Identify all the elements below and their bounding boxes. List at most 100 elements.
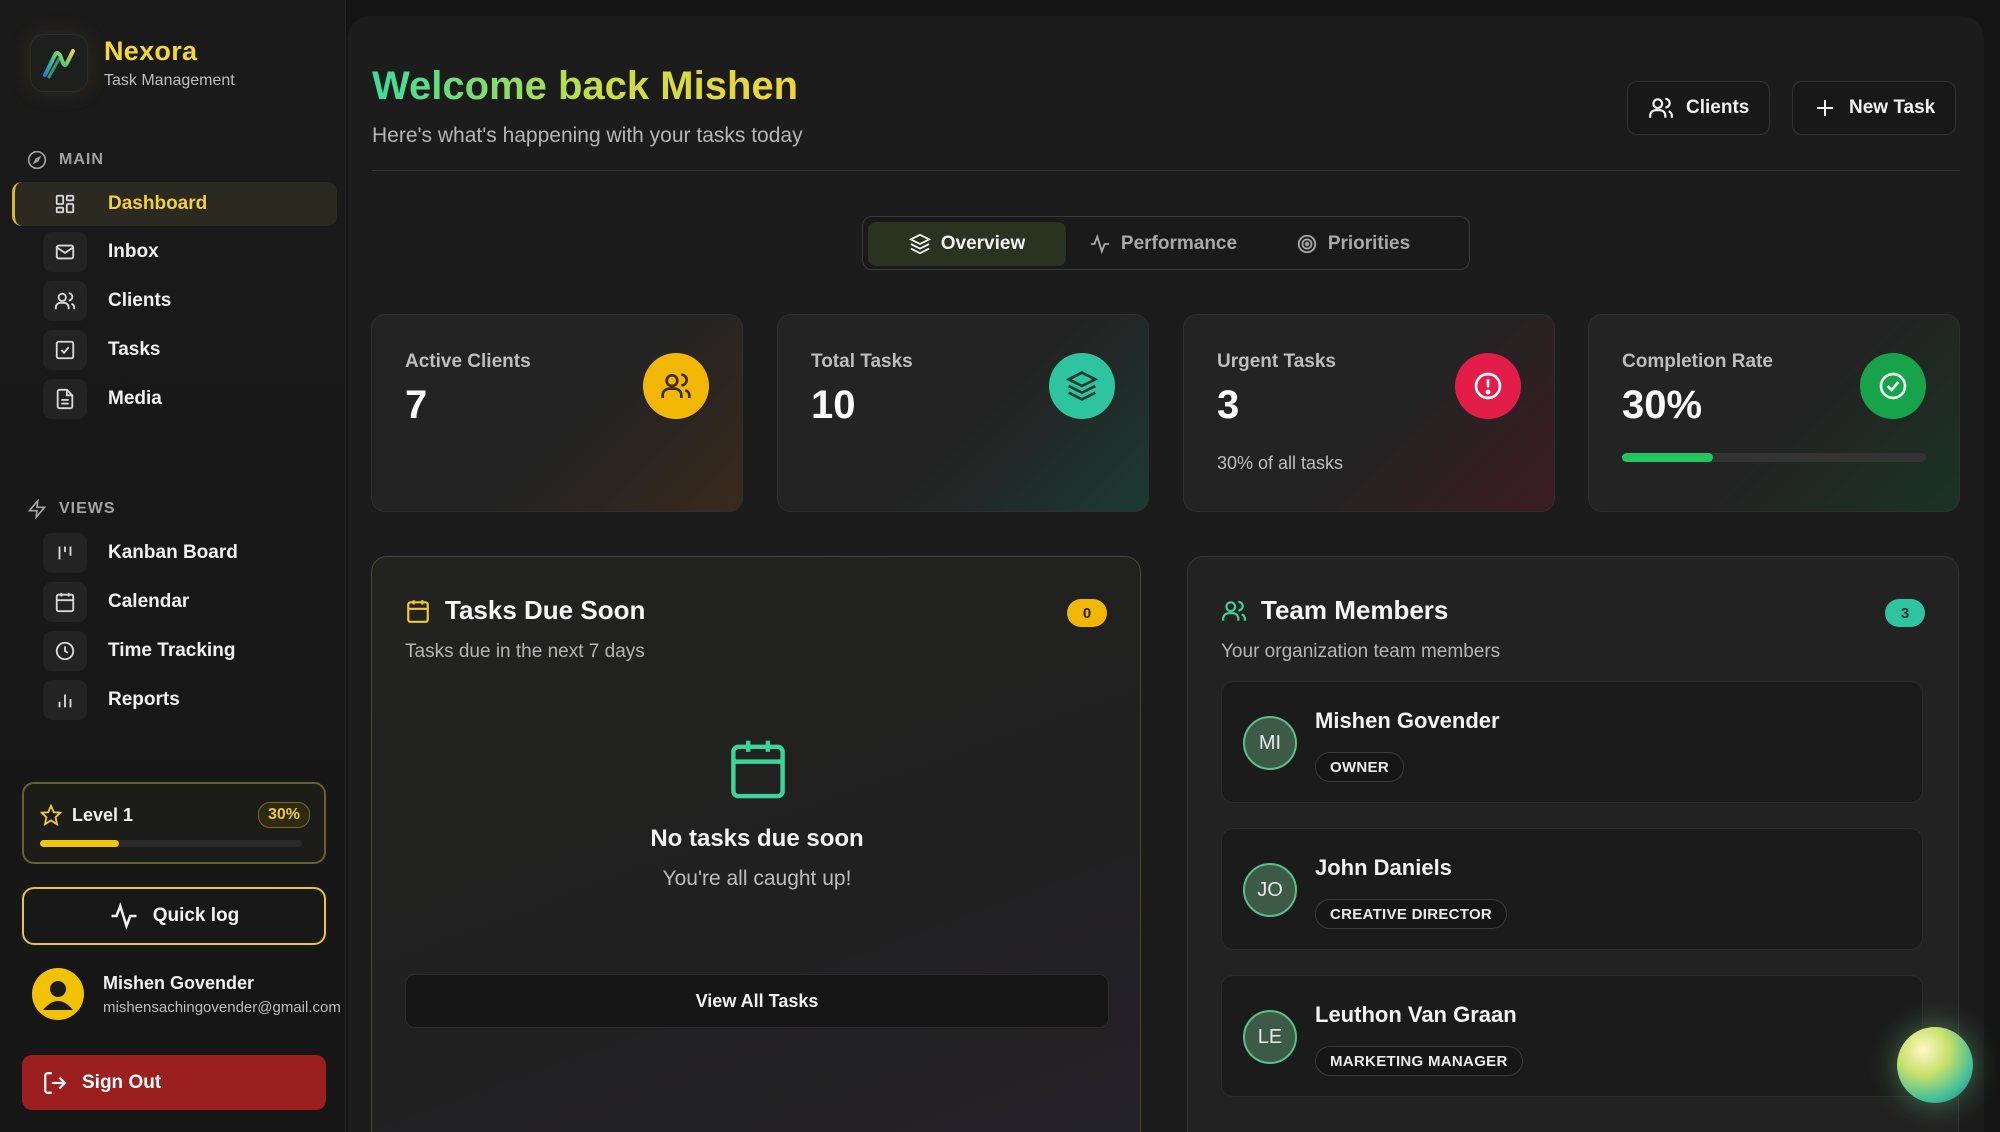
users-icon [43,281,87,321]
check-circle-icon [1860,353,1926,419]
app-window: Nexora Task Management MAIN Dashboard In… [0,0,2000,1132]
compass-icon [27,150,47,170]
tab-label: Performance [1120,233,1238,254]
star-icon [40,804,62,826]
stat-value: 3 [1217,383,1240,427]
stat-note: 30% of all tasks [1217,453,1344,473]
panel-subtitle: Your organization team members [1221,641,1501,662]
stat-label: Completion Rate [1622,351,1773,372]
tab-performance[interactable]: Performance [1073,222,1253,266]
stat-value: 10 [811,383,856,427]
grid-icon [43,184,87,224]
member-name: Leuthon Van Graan [1315,1002,1517,1027]
member-name: John Daniels [1315,855,1452,880]
level-progress-bar [40,840,302,847]
sidebar-item-label: Time Tracking [108,640,236,661]
clock-icon [43,631,87,671]
avatar [32,968,84,1020]
layers-icon [908,233,931,255]
sidebar-item-label: Kanban Board [108,542,238,563]
sidebar-item-media[interactable]: Media [12,377,337,421]
new-task-button[interactable]: New Task [1792,81,1957,135]
bar-chart-icon [43,680,87,720]
sidebar: Nexora Task Management MAIN Dashboard In… [0,0,346,1132]
level-percent-badge: 30% [257,802,310,828]
sidebar-item-label: Clients [108,290,172,311]
view-all-tasks-button[interactable]: View All Tasks [405,974,1109,1028]
sidebar-item-label: Inbox [108,241,159,262]
plus-icon [1817,100,1833,116]
checkbox-icon [43,330,87,370]
clients-button[interactable]: Clients [1627,81,1771,135]
calendar-icon [43,582,87,622]
count-badge: 0 [1067,599,1107,627]
team-members-panel: Team Members Your organization team memb… [1187,556,1959,1132]
count-badge: 3 [1885,599,1925,627]
empty-state-title: No tasks due soon [650,825,864,852]
kanban-icon [43,533,87,573]
stat-card-completion-rate[interactable]: Completion Rate 30% [1588,314,1960,512]
team-member-card[interactable]: JO John Daniels CREATIVE DIRECTOR [1221,828,1923,950]
tab-overview[interactable]: Overview [868,222,1066,266]
sidebar-item-label: Reports [108,689,180,710]
stat-card-active-clients[interactable]: Active Clients 7 [371,314,743,512]
sidebar-item-dashboard[interactable]: Dashboard [12,182,337,226]
users-icon [643,353,709,419]
team-member-card[interactable]: MI Mishen Govender OWNER [1221,681,1923,803]
avatar: JO [1243,863,1297,917]
sign-out-button[interactable]: Sign Out [22,1055,326,1110]
page-subtitle: Here's what's happening with your tasks … [372,124,803,147]
sidebar-item-time-tracking[interactable]: Time Tracking [12,629,337,673]
assistant-orb-button[interactable] [1897,1027,1973,1103]
quick-log-label: Quick log [152,905,240,926]
stat-label: Active Clients [405,351,531,372]
level-label: Level 1 [72,804,134,825]
sidebar-item-inbox[interactable]: Inbox [12,230,337,274]
level-card[interactable]: Level 1 30% [22,782,326,864]
sidebar-item-clients[interactable]: Clients [12,279,337,323]
alert-icon [1455,353,1521,419]
quick-log-button[interactable]: Quick log [22,887,326,945]
calendar-icon [728,737,788,806]
calendar-icon [407,599,429,623]
sidebar-item-reports[interactable]: Reports [12,678,337,722]
sign-out-label: Sign Out [82,1071,162,1093]
mail-icon [43,232,87,272]
sidebar-item-kanban-board[interactable]: Kanban Board [12,531,337,575]
panel-subtitle: Tasks due in the next 7 days [405,641,645,662]
member-name: Mishen Govender [1315,708,1500,733]
panel-title: Team Members [1261,595,1449,625]
stat-label: Total Tasks [811,351,913,372]
logout-icon [44,1071,67,1094]
role-badge: CREATIVE DIRECTOR [1315,899,1508,929]
sidebar-item-label: Calendar [108,591,190,612]
user-profile[interactable]: Mishen Govender mishensachingovender@gma… [32,968,346,1020]
users-icon [1222,600,1246,621]
stat-card-total-tasks[interactable]: Total Tasks 10 [777,314,1149,512]
sidebar-item-label: Tasks [108,339,161,360]
user-name: Mishen Govender [103,972,255,993]
pulse-icon [111,902,137,930]
file-icon [43,379,87,419]
tab-label: Priorities [1327,233,1411,254]
brand[interactable]: Nexora Task Management [30,34,235,92]
role-badge: OWNER [1315,752,1404,782]
page-title: Welcome back Mishen [372,64,799,108]
brand-subtitle: Task Management [104,72,235,89]
section-views-label: VIEWS [27,499,116,519]
sidebar-item-label: Dashboard [108,193,208,214]
completion-progress-fill [1622,453,1714,462]
target-icon [1297,234,1316,254]
team-member-card[interactable]: LE Leuthon Van Graan MARKETING MANAGER [1221,975,1923,1097]
stat-value: 7 [405,383,428,427]
stat-value: 30% [1622,383,1703,427]
tasks-due-soon-panel: Tasks Due Soon Tasks due in the next 7 d… [371,556,1141,1132]
tab-priorities[interactable]: Priorities [1263,222,1443,266]
avatar: LE [1243,1010,1297,1064]
role-badge: MARKETING MANAGER [1315,1046,1523,1076]
sidebar-item-tasks[interactable]: Tasks [12,328,337,372]
stat-card-urgent-tasks[interactable]: Urgent Tasks 3 30% of all tasks [1183,314,1555,512]
stat-label: Urgent Tasks [1217,351,1336,372]
user-email: mishensachingovender@gmail.com [103,998,341,1016]
sidebar-item-calendar[interactable]: Calendar [12,580,337,624]
